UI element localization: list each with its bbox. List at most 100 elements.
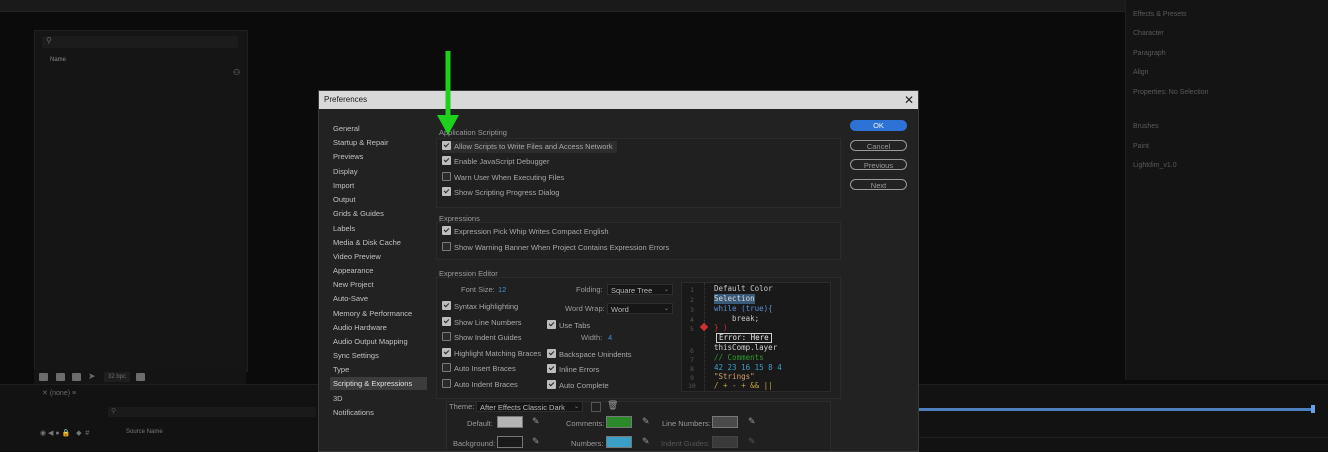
indent-guides-color-swatch[interactable] — [712, 436, 738, 448]
highlight-matching-braces-checkbox[interactable]: Highlight Matching Braces — [442, 348, 541, 360]
default-color-swatch[interactable] — [497, 416, 523, 428]
checkbox-box[interactable] — [442, 172, 451, 181]
warn-user-checkbox[interactable]: Warn User When Executing Files — [442, 172, 564, 184]
name-column-header[interactable]: Name — [50, 57, 66, 63]
category-import[interactable]: Import — [330, 179, 427, 192]
panel-paragraph[interactable]: Paragraph — [1133, 48, 1166, 60]
category-appearance[interactable]: Appearance — [330, 264, 427, 277]
checkbox-box[interactable] — [442, 332, 451, 341]
category-labels[interactable]: Labels — [330, 222, 427, 235]
show-line-numbers-checkbox[interactable]: Show Line Numbers — [442, 317, 522, 329]
show-indent-guides-checkbox[interactable]: Show Indent Guides — [442, 332, 522, 344]
panel-brushes[interactable]: Brushes — [1133, 121, 1159, 133]
category-memory-performance[interactable]: Memory & Performance — [330, 307, 427, 320]
category-display[interactable]: Display — [330, 165, 427, 178]
category-audio-hardware[interactable]: Audio Hardware — [330, 321, 427, 334]
next-button[interactable]: Next — [850, 179, 907, 190]
enable-js-debugger-checkbox[interactable]: Enable JavaScript Debugger — [442, 156, 549, 168]
layer-switches-icons[interactable]: ◉ ◀ ● 🔒 ◆ # — [40, 429, 89, 437]
checkbox-box[interactable] — [547, 349, 556, 358]
checkbox-box[interactable] — [442, 156, 451, 165]
work-area-handle[interactable] — [1311, 405, 1315, 413]
syntax-highlighting-checkbox[interactable]: Syntax Highlighting — [442, 301, 518, 313]
panel-align[interactable]: Align — [1133, 67, 1149, 79]
use-tabs-checkbox[interactable]: Use Tabs — [547, 320, 590, 332]
checkbox-box[interactable] — [547, 380, 556, 389]
panel-character[interactable]: Character — [1133, 28, 1164, 40]
category-type[interactable]: Type — [330, 363, 427, 376]
numbers-color-swatch[interactable] — [606, 436, 632, 448]
eyedropper-icon[interactable]: ✎ — [642, 416, 650, 427]
pick-whip-compact-checkbox[interactable]: Expression Pick Whip Writes Compact Engl… — [442, 226, 609, 238]
category-new-project[interactable]: New Project — [330, 278, 427, 291]
previous-button[interactable]: Previous — [850, 159, 907, 170]
checkbox-box[interactable] — [442, 242, 451, 251]
panel-lightdim[interactable]: Lightdim_v1.0 — [1133, 160, 1177, 172]
new-folder-icon[interactable] — [56, 373, 65, 381]
category-auto-save[interactable]: Auto-Save — [330, 292, 427, 305]
trash-icon[interactable] — [136, 373, 145, 381]
checkbox-box[interactable] — [547, 320, 556, 329]
allow-scripts-checkbox[interactable]: Allow Scripts to Write Files and Access … — [442, 141, 617, 153]
backspace-unindents-checkbox[interactable]: Backspace Unindents — [547, 349, 632, 361]
font-size-value[interactable]: 12 — [498, 285, 506, 294]
auto-insert-braces-checkbox[interactable]: Auto Insert Braces — [442, 363, 516, 375]
timeline-tab[interactable]: ✕ (none) ≡ — [42, 389, 76, 397]
timeline-search-input[interactable]: ⚲ — [108, 407, 316, 417]
flowchart-icon[interactable]: ⚇ — [233, 68, 242, 77]
background-color-swatch[interactable] — [497, 436, 523, 448]
warning-banner-checkbox[interactable]: Show Warning Banner When Project Contain… — [442, 242, 669, 254]
ok-button[interactable]: OK — [850, 120, 907, 131]
eyedropper-icon[interactable]: ✎ — [532, 416, 540, 427]
save-theme-icon[interactable] — [591, 402, 601, 412]
cancel-button[interactable]: Cancel — [850, 140, 907, 151]
checkbox-box[interactable] — [442, 363, 451, 372]
category-media-disk-cache[interactable]: Media & Disk Cache — [330, 236, 427, 249]
checkbox-box[interactable] — [442, 301, 451, 310]
project-search-input[interactable]: ⚲ — [42, 36, 238, 48]
panel-effects-presets[interactable]: Effects & Presets — [1133, 9, 1187, 21]
eyedropper-icon[interactable]: ✎ — [642, 436, 650, 447]
checkbox-box[interactable] — [547, 364, 556, 373]
theme-select[interactable]: After Effects Classic Dark ⌄ — [476, 401, 583, 412]
close-icon[interactable]: ✕ — [902, 92, 916, 108]
category-scripting-expressions[interactable]: Scripting & Expressions — [330, 377, 427, 390]
category-general[interactable]: General — [330, 122, 427, 135]
category-output[interactable]: Output — [330, 193, 427, 206]
line-numbers-color-swatch[interactable] — [712, 416, 738, 428]
auto-indent-braces-checkbox[interactable]: Auto Indent Braces — [442, 379, 518, 391]
panel-properties[interactable]: Properties: No Selection — [1133, 87, 1208, 99]
category-3d[interactable]: 3D — [330, 392, 427, 405]
source-name-header[interactable]: Source Name — [126, 429, 163, 435]
comments-color-swatch[interactable] — [606, 416, 632, 428]
checkbox-box[interactable] — [442, 226, 451, 235]
work-area-bar[interactable] — [918, 408, 1314, 411]
inline-errors-checkbox[interactable]: Inline Errors — [547, 364, 599, 376]
new-composition-icon[interactable] — [72, 373, 81, 381]
category-audio-output-mapping[interactable]: Audio Output Mapping — [330, 335, 427, 348]
eyedropper-icon[interactable]: ✎ — [748, 436, 756, 447]
category-previews[interactable]: Previews — [330, 150, 427, 163]
show-progress-checkbox[interactable]: Show Scripting Progress Dialog — [442, 187, 559, 199]
width-value[interactable]: 4 — [608, 333, 612, 342]
category-startup-repair[interactable]: Startup & Repair — [330, 136, 427, 149]
eyedropper-icon[interactable]: ✎ — [748, 416, 756, 427]
checkbox-box[interactable] — [442, 379, 451, 388]
folding-select[interactable]: Square Tree ⌄ — [607, 284, 673, 295]
category-notifications[interactable]: Notifications — [330, 406, 427, 419]
category-video-preview[interactable]: Video Preview — [330, 250, 427, 263]
trash-icon[interactable]: 🗑 — [607, 400, 618, 411]
checkbox-box[interactable] — [442, 141, 451, 150]
category-grids-guides[interactable]: Grids & Guides — [330, 207, 427, 220]
bpc-button[interactable]: 32 bpc — [104, 372, 131, 382]
panel-paint[interactable]: Paint — [1133, 141, 1149, 153]
eyedropper-icon[interactable]: ✎ — [532, 436, 540, 447]
checkbox-box[interactable] — [442, 187, 451, 196]
auto-complete-checkbox[interactable]: Auto Complete — [547, 380, 609, 392]
word-wrap-select[interactable]: Word ⌄ — [607, 303, 673, 314]
checkbox-box[interactable] — [442, 348, 451, 357]
category-sync-settings[interactable]: Sync Settings — [330, 349, 427, 362]
interpret-footage-icon[interactable] — [39, 373, 48, 381]
checkbox-box[interactable] — [442, 317, 451, 326]
arrow-icon[interactable]: ➤ — [88, 371, 96, 382]
